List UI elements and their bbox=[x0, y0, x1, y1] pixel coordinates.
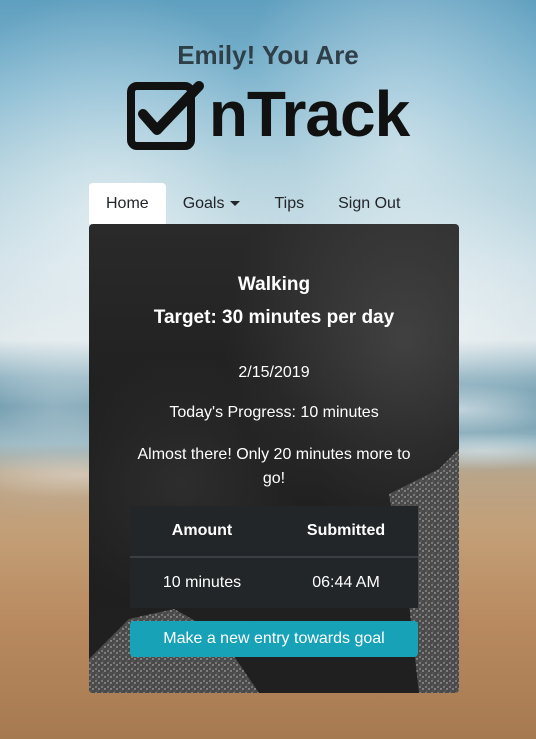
nav-tips-label: Tips bbox=[274, 194, 305, 212]
main-nav: Home Goals Tips Sign Out bbox=[89, 183, 417, 224]
greeting-text: Emily! You Are bbox=[177, 40, 359, 70]
nav-home[interactable]: Home bbox=[89, 183, 166, 224]
goal-title: Walking bbox=[237, 274, 311, 295]
nav-goals-label: Goals bbox=[182, 194, 225, 212]
column-header-submitted: Submitted bbox=[274, 506, 418, 558]
brand-name: nTrack bbox=[208, 78, 410, 150]
brand-logo: nTrack bbox=[0, 76, 536, 152]
entries-table: Amount Submitted 10 minutes 06:44 AM bbox=[130, 506, 418, 608]
table-header-row: Amount Submitted bbox=[130, 506, 418, 558]
checkbox-icon bbox=[126, 81, 204, 150]
new-entry-button[interactable]: Make a new entry towards goal bbox=[130, 621, 418, 657]
caret-down-icon bbox=[230, 201, 241, 206]
entry-amount: 10 minutes bbox=[162, 574, 242, 591]
nav-home-label: Home bbox=[106, 194, 149, 212]
nav-goals-dropdown[interactable]: Goals bbox=[166, 183, 258, 224]
nav-tips[interactable]: Tips bbox=[257, 183, 321, 224]
goal-message: Almost there! Only 20 minutes more to go… bbox=[137, 446, 411, 487]
goal-target: Target: 30 minutes per day bbox=[153, 307, 395, 328]
table-row: 10 minutes 06:44 AM bbox=[130, 557, 418, 608]
goal-progress: Today's Progress: 10 minutes bbox=[169, 404, 379, 421]
nav-sign-out-label: Sign Out bbox=[338, 194, 401, 212]
goal-date: 2/15/2019 bbox=[238, 364, 310, 381]
nav-sign-out[interactable]: Sign Out bbox=[321, 183, 417, 224]
goal-card: Walking Target: 30 minutes per day 2/15/… bbox=[89, 224, 459, 693]
entry-submitted: 06:44 AM bbox=[312, 574, 380, 591]
column-header-amount: Amount bbox=[130, 506, 275, 558]
